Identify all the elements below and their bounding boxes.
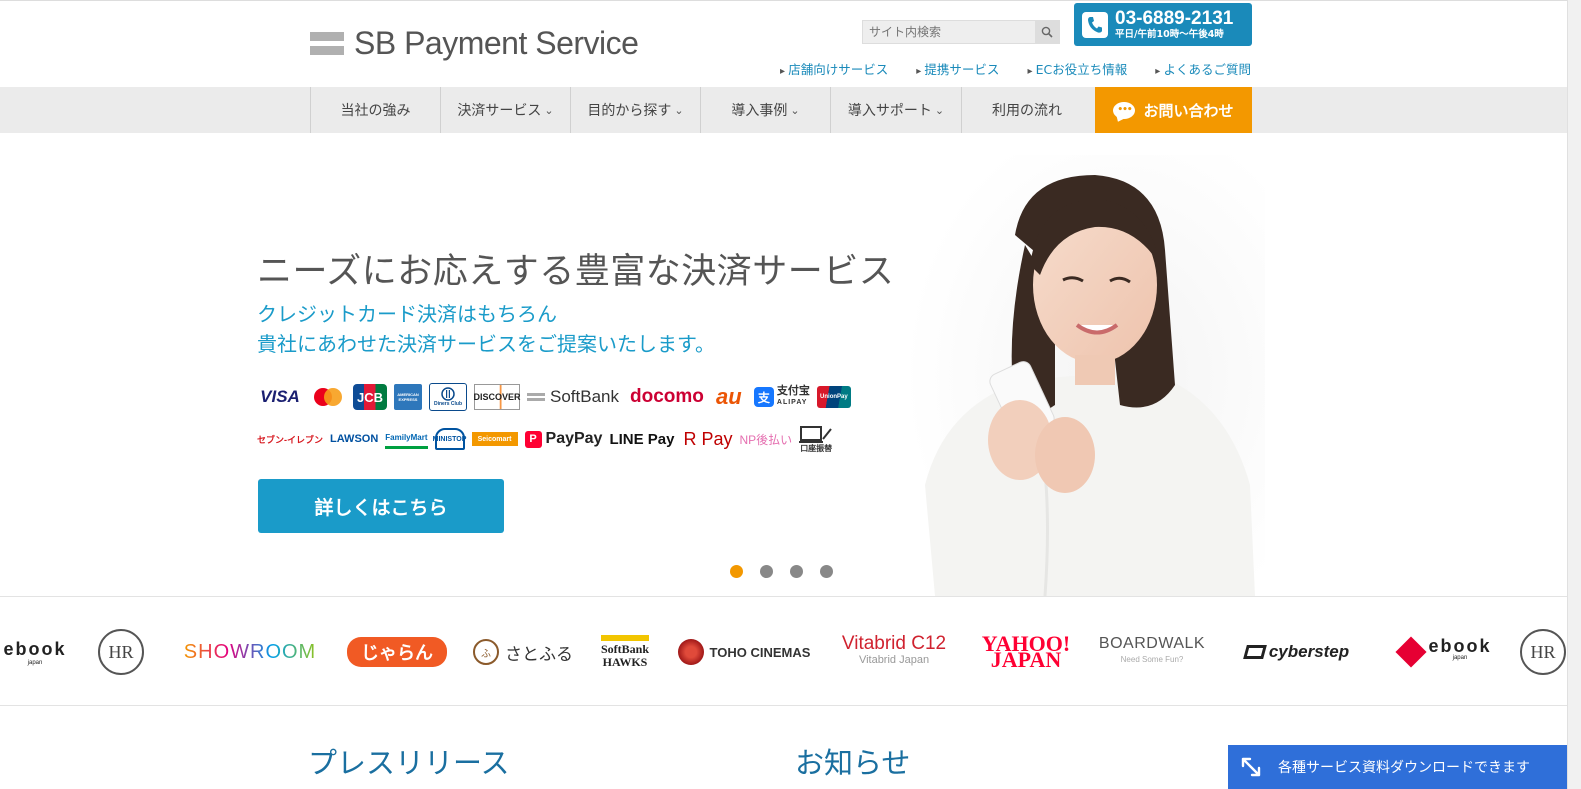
client-logo-jalan[interactable]: じゃらん xyxy=(347,597,447,705)
nav-item-support[interactable]: 導入サポート ⌄ xyxy=(830,87,961,133)
slider-dot[interactable] xyxy=(790,565,803,578)
client-logo-hr-2[interactable]: HR xyxy=(1520,597,1567,705)
nav-item-find-by-purpose[interactable]: 目的から探す ⌄ xyxy=(570,87,700,133)
nav-item-strengths[interactable]: 当社の強み xyxy=(310,87,440,133)
header-sublinks: 店舗向けサービス 提携サービス ECお役立ち情報 よくあるご質問 xyxy=(780,59,1251,78)
download-banner-label: 各種サービス資料ダウンロードできます xyxy=(1278,760,1530,776)
rpay-logo: R Pay xyxy=(683,428,733,449)
search-button[interactable] xyxy=(1035,21,1059,43)
discover-logo: DISCOVER xyxy=(474,384,521,410)
client-logo-toho-cinemas[interactable]: TOHO CINEMAS xyxy=(676,597,812,705)
logo-mark-icon xyxy=(310,32,344,55)
nav-item-label: 目的から探す xyxy=(587,103,672,119)
jcb-logo: JCB xyxy=(353,384,387,410)
tel-box[interactable]: 03-6889-2131 平日/午前10時～午後4時 xyxy=(1074,3,1252,46)
press-release-heading: プレスリリース xyxy=(308,746,510,780)
download-banner[interactable]: 各種サービス資料ダウンロードできます xyxy=(1228,745,1567,789)
np-atobarai-logo: NP後払い xyxy=(739,432,793,447)
details-button[interactable]: 詳しくはこちら xyxy=(258,479,504,533)
seicomart-logo: Seicomart xyxy=(471,432,518,446)
page-scrollbar[interactable] xyxy=(1567,0,1581,789)
client-logo-hr[interactable]: HR xyxy=(96,597,146,705)
sublink-partner-services[interactable]: 提携サービス xyxy=(916,59,999,78)
slider-dot[interactable] xyxy=(820,565,833,578)
client-logo-softbank-hawks[interactable]: SoftBank HAWKS xyxy=(600,597,650,705)
logo-text: SB Payment Service xyxy=(354,25,639,61)
site-header: SB Payment Service 03-6889-2131 平日/午前10時… xyxy=(0,0,1581,87)
visa-logo: VISA xyxy=(260,387,300,406)
hero-photo-woman-with-phone xyxy=(905,155,1265,596)
client-logo-cyberstep[interactable]: cyberstep xyxy=(1228,597,1366,705)
chevron-down-icon: ⌄ xyxy=(674,103,684,117)
nav-item-label: 決済サービス xyxy=(457,103,542,119)
amex-logo: AMERICAN EXPRESS xyxy=(394,384,422,410)
phone-icon xyxy=(1082,11,1108,38)
client-logo-showroom[interactable]: SHOWROOM xyxy=(175,597,325,705)
nav-item-label: 導入事例 xyxy=(731,103,788,119)
hero-title: ニーズにお応えする豊富な決済サービス xyxy=(257,252,895,292)
expand-arrows-icon xyxy=(1241,757,1261,777)
client-logo-ebook-2[interactable]: ebook japan xyxy=(1394,597,1498,705)
sublink-ec-info[interactable]: ECお役立ち情報 xyxy=(1027,59,1128,78)
slider-dot[interactable] xyxy=(730,565,743,578)
global-nav: 当社の強み 決済サービス ⌄ 目的から探す ⌄ 導入事例 ⌄ 導入サポート ⌄ 利用の流… xyxy=(0,87,1567,133)
search-icon xyxy=(1041,26,1053,38)
news-heading: お知らせ xyxy=(795,746,911,780)
hero-subtitle: クレジットカード決済はもちろん 貴社にあわせた決済サービスをご提案いたします。 xyxy=(257,299,715,359)
chevron-down-icon: ⌄ xyxy=(790,103,800,117)
chat-bubble-icon: ••• xyxy=(1113,101,1136,119)
client-logo-boardwalk[interactable]: BOARDWALK Need Some Fun? xyxy=(1099,597,1205,705)
sublink-faq[interactable]: よくあるご質問 xyxy=(1155,59,1251,78)
au-logo: au xyxy=(716,384,742,409)
hero-slider: ニーズにお応えする豊富な決済サービス クレジットカード決済はもちろん 貴社にあわ… xyxy=(0,133,1567,596)
client-logo-satofull[interactable]: ふ さとふる xyxy=(470,597,576,705)
nav-item-label: 利用の流れ xyxy=(992,103,1062,119)
ministop-logo: MINISTOP xyxy=(433,428,466,450)
linepay-logo: LINE Pay xyxy=(609,430,675,448)
hero-subtitle-line2: 貴社にあわせた決済サービスをご提案いたします。 xyxy=(257,332,715,356)
slider-dot[interactable] xyxy=(760,565,773,578)
search-input[interactable] xyxy=(863,21,1035,43)
client-logo-strip: ebook japan HR SHOWROOM じゃらん ふ さとふる Soft… xyxy=(0,596,1567,706)
mastercard-logo xyxy=(310,384,346,410)
familymart-logo: FamilyMart xyxy=(385,429,428,449)
payment-logos-row2: セブン-イレブン LAWSON FamilyMart MINISTOP Seic… xyxy=(257,423,833,455)
sublink-store-services[interactable]: 店舗向けサービス xyxy=(780,59,888,78)
nav-item-label: 導入サポート xyxy=(847,103,932,119)
client-logo-ebook[interactable]: ebook japan xyxy=(0,597,70,705)
contact-label: お問い合わせ xyxy=(1143,101,1234,120)
seven-eleven-logo: セブン-イレブン xyxy=(257,434,323,445)
chevron-down-icon: ⌄ xyxy=(544,103,554,117)
contact-button[interactable]: ••• お問い合わせ xyxy=(1095,87,1252,133)
client-logo-vitabrid[interactable]: Vitabrid C12 Vitabrid Japan xyxy=(838,597,950,705)
tel-number: 03-6889-2131 xyxy=(1115,7,1234,29)
tel-hours: 平日/午前10時～午後4時 xyxy=(1115,28,1224,40)
docomo-logo: docomo xyxy=(630,386,704,407)
bank-transfer-logo: 口座振替 xyxy=(799,423,833,455)
site-logo[interactable]: SB Payment Service xyxy=(310,25,639,62)
chevron-down-icon: ⌄ xyxy=(934,103,945,117)
client-logo-yahoo-japan[interactable]: YAHOO! JAPAN xyxy=(976,597,1076,705)
slider-dots xyxy=(730,565,833,578)
lawson-logo: LAWSON xyxy=(330,433,379,445)
softbank-logo: SoftBank xyxy=(527,384,619,410)
diners-logo: Diners Club xyxy=(429,383,467,411)
nav-item-label: 当社の強み xyxy=(340,103,411,119)
nav-item-case-studies[interactable]: 導入事例 ⌄ xyxy=(700,87,830,133)
hero-subtitle-line1: クレジットカード決済はもちろん xyxy=(257,302,557,326)
nav-item-flow[interactable]: 利用の流れ xyxy=(961,87,1092,133)
unionpay-logo: UnionPay xyxy=(816,386,851,408)
paypay-logo: P PayPay xyxy=(524,426,602,452)
payment-logos-row1: VISA JCB AMERICAN EXPRESS Diners Club DI… xyxy=(257,383,851,411)
nav-item-payment-services[interactable]: 決済サービス ⌄ xyxy=(440,87,570,133)
site-search xyxy=(862,20,1060,44)
alipay-logo: 支 支付宝 ALIPAY xyxy=(753,384,810,410)
